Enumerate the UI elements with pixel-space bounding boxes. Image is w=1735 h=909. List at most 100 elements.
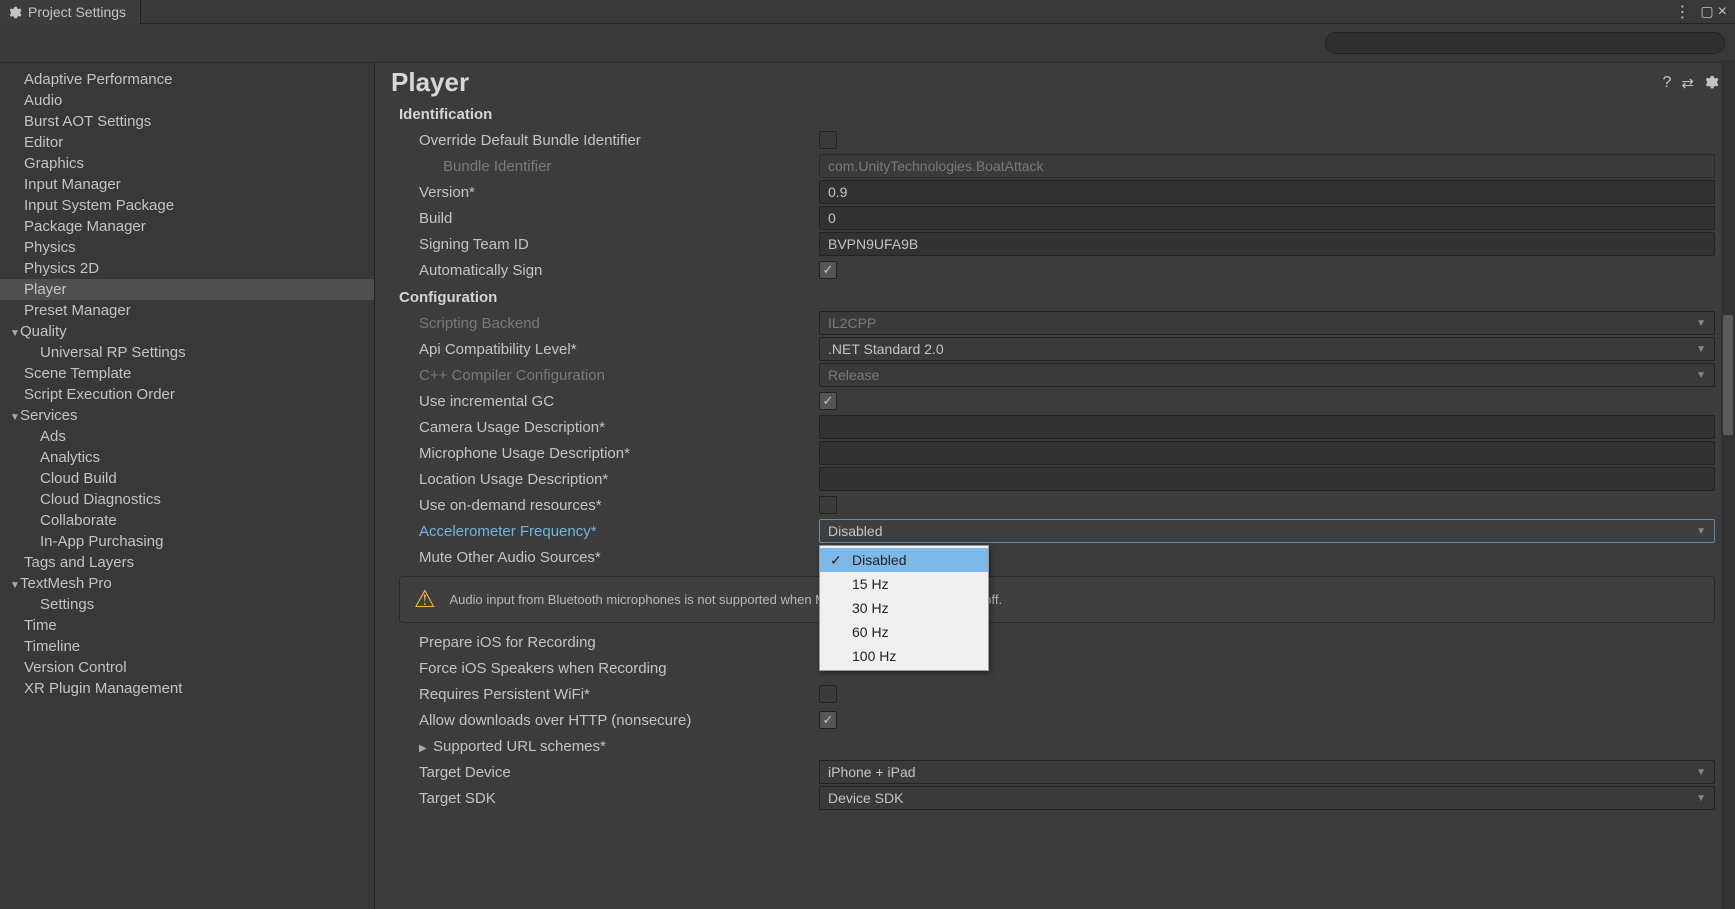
input-version[interactable] [819, 180, 1715, 204]
warning-box: ⚠ Audio input from Bluetooth microphones… [399, 576, 1715, 623]
foldout-icon[interactable]: ▼ [10, 328, 20, 339]
label-mic-usage: Microphone Usage Description* [399, 445, 819, 462]
sidebar-item-analytics[interactable]: Analytics [0, 447, 374, 468]
sidebar-item-script-execution-order[interactable]: Script Execution Order [0, 384, 374, 405]
sidebar-item-label: Adaptive Performance [24, 71, 172, 88]
sidebar-item-input-system-package[interactable]: Input System Package [0, 195, 374, 216]
checkbox-allow-http[interactable]: ✓ [819, 711, 837, 729]
checkbox-on-demand[interactable] [819, 496, 837, 514]
sidebar-item-input-manager[interactable]: Input Manager [0, 174, 374, 195]
close-icon[interactable]: × [1718, 3, 1727, 21]
sidebar-item-ads[interactable]: Ads [0, 426, 374, 447]
checkbox-override-bundle[interactable] [819, 131, 837, 149]
checkbox-persistent-wifi[interactable] [819, 685, 837, 703]
chevron-down-icon: ▼ [1696, 370, 1706, 381]
foldout-arrow-icon[interactable]: ▶ [419, 743, 431, 754]
sidebar-item-time[interactable]: Time [0, 615, 374, 636]
sidebar-item-adaptive-performance[interactable]: Adaptive Performance [0, 69, 374, 90]
sidebar-item-burst-aot-settings[interactable]: Burst AOT Settings [0, 111, 374, 132]
sidebar-item-label: Audio [24, 92, 62, 109]
input-signing-team[interactable] [819, 232, 1715, 256]
sidebar-item-cloud-build[interactable]: Cloud Build [0, 468, 374, 489]
foldout-icon[interactable]: ▼ [10, 412, 20, 423]
checkbox-incremental-gc[interactable]: ✓ [819, 392, 837, 410]
help-icon[interactable]: ? [1663, 74, 1672, 92]
kebab-menu-icon[interactable]: ⋮ [1674, 2, 1690, 22]
maximize-icon[interactable]: ▢ [1700, 3, 1713, 20]
dropdown-api-compat[interactable]: .NET Standard 2.0▼ [819, 337, 1715, 361]
foldout-icon[interactable]: ▼ [10, 580, 20, 591]
input-mic-usage[interactable] [819, 441, 1715, 465]
sidebar-item-label: Services [20, 407, 78, 424]
popup-item-100-hz[interactable]: 100 Hz [820, 644, 988, 668]
label-supported-url: ▶Supported URL schemes* [399, 738, 819, 755]
section-identification: Identification [399, 106, 1715, 123]
sidebar-item-label: Editor [24, 134, 63, 151]
dropdown-scripting-backend: IL2CPP▼ [819, 311, 1715, 335]
input-camera-usage[interactable] [819, 415, 1715, 439]
chevron-down-icon: ▼ [1696, 793, 1706, 804]
dropdown-cpp-compiler: Release▼ [819, 363, 1715, 387]
input-location-usage[interactable] [819, 467, 1715, 491]
label-location-usage: Location Usage Description* [399, 471, 819, 488]
sidebar-item-player[interactable]: Player [0, 279, 374, 300]
label-override-bundle: Override Default Bundle Identifier [399, 132, 819, 149]
scrollbar-thumb[interactable] [1723, 315, 1733, 435]
sidebar-item-xr-plugin-management[interactable]: XR Plugin Management [0, 678, 374, 699]
sidebar-item-cloud-diagnostics[interactable]: Cloud Diagnostics [0, 489, 374, 510]
preset-icon[interactable]: ⇄ [1681, 74, 1694, 92]
sidebar-item-timeline[interactable]: Timeline [0, 636, 374, 657]
dropdown-target-device[interactable]: iPhone + iPad▼ [819, 760, 1715, 784]
tab-project-settings[interactable]: Project Settings [0, 0, 141, 24]
label-accel-freq: Accelerometer Frequency* [399, 523, 819, 540]
label-target-sdk: Target SDK [399, 790, 819, 807]
sidebar-item-package-manager[interactable]: Package Manager [0, 216, 374, 237]
sidebar-item-tags-and-layers[interactable]: Tags and Layers [0, 552, 374, 573]
chevron-down-icon: ▼ [1696, 767, 1706, 778]
label-force-speakers: Force iOS Speakers when Recording [399, 660, 819, 677]
sidebar-item-label: Player [24, 281, 67, 298]
sidebar-item-editor[interactable]: Editor [0, 132, 374, 153]
sidebar-item-quality[interactable]: ▼Quality [0, 321, 374, 342]
sidebar-item-graphics[interactable]: Graphics [0, 153, 374, 174]
popup-item-15-hz[interactable]: 15 Hz [820, 572, 988, 596]
sidebar-item-label: Time [24, 617, 57, 634]
sidebar-item-version-control[interactable]: Version Control [0, 657, 374, 678]
sidebar-item-label: Collaborate [40, 512, 117, 529]
dropdown-accel-freq[interactable]: Disabled▼ [819, 519, 1715, 543]
sidebar-item-services[interactable]: ▼Services [0, 405, 374, 426]
sidebar-item-label: Physics [24, 239, 76, 256]
label-auto-sign: Automatically Sign [399, 262, 819, 279]
sidebar-item-collaborate[interactable]: Collaborate [0, 510, 374, 531]
label-signing-team: Signing Team ID [399, 236, 819, 253]
checkbox-auto-sign[interactable]: ✓ [819, 261, 837, 279]
sidebar-item-audio[interactable]: Audio [0, 90, 374, 111]
sidebar-item-in-app-purchasing[interactable]: In-App Purchasing [0, 531, 374, 552]
sidebar-item-label: In-App Purchasing [40, 533, 163, 550]
tab-label: Project Settings [28, 4, 126, 20]
sidebar-item-label: Quality [20, 323, 67, 340]
label-mute-audio: Mute Other Audio Sources* [399, 549, 819, 566]
gear-icon [8, 5, 22, 19]
main-panel: Player ? ⇄ Identification Override Defau… [375, 63, 1735, 909]
sidebar-item-physics-2d[interactable]: Physics 2D [0, 258, 374, 279]
sidebar-item-label: Preset Manager [24, 302, 131, 319]
sidebar-item-label: Input Manager [24, 176, 121, 193]
dropdown-target-sdk[interactable]: Device SDK▼ [819, 786, 1715, 810]
popup-item-30-hz[interactable]: 30 Hz [820, 596, 988, 620]
search-input[interactable] [1325, 32, 1725, 54]
sidebar-item-preset-manager[interactable]: Preset Manager [0, 300, 374, 321]
settings-icon[interactable] [1704, 74, 1719, 92]
sidebar-item-settings[interactable]: Settings [0, 594, 374, 615]
sidebar-item-physics[interactable]: Physics [0, 237, 374, 258]
input-build[interactable] [819, 206, 1715, 230]
scrollbar-vertical[interactable] [1721, 63, 1735, 909]
sidebar-item-textmesh-pro[interactable]: ▼TextMesh Pro [0, 573, 374, 594]
popup-item-60-hz[interactable]: 60 Hz [820, 620, 988, 644]
sidebar-item-universal-rp-settings[interactable]: Universal RP Settings [0, 342, 374, 363]
label-allow-http: Allow downloads over HTTP (nonsecure) [399, 712, 819, 729]
popup-item-disabled[interactable]: Disabled [820, 548, 988, 572]
sidebar-item-label: Timeline [24, 638, 80, 655]
sidebar-item-scene-template[interactable]: Scene Template [0, 363, 374, 384]
section-configuration: Configuration [399, 289, 1715, 306]
